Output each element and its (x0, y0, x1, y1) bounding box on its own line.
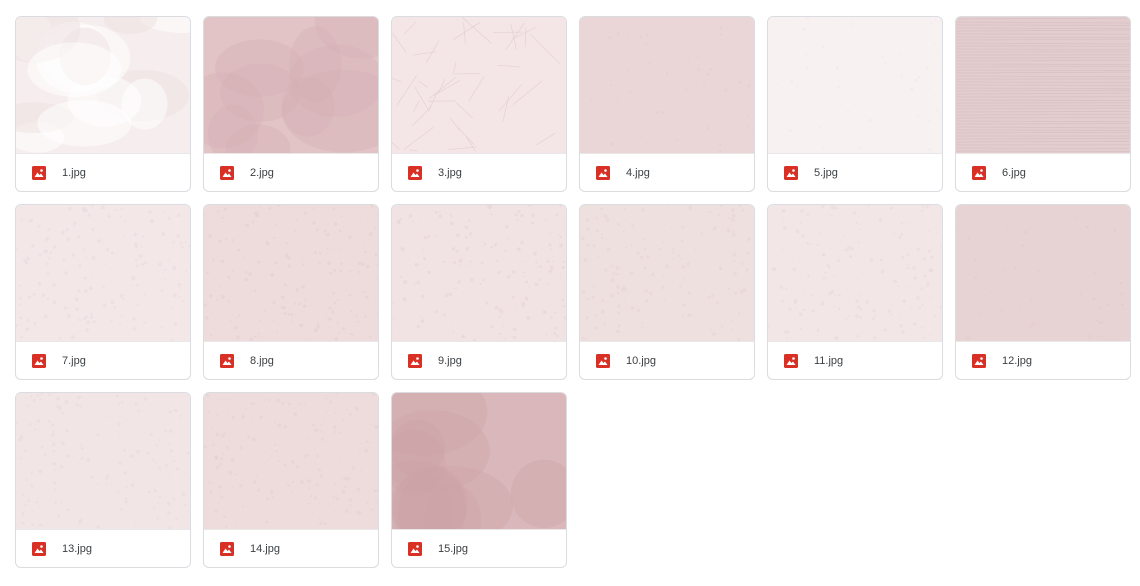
image-file-icon (784, 354, 798, 368)
thumbnail-texture (16, 205, 190, 341)
thumbnail-texture (956, 205, 1130, 341)
file-meta: 12.jpg (956, 341, 1130, 379)
file-thumbnail (580, 205, 754, 341)
image-file-icon (972, 166, 986, 180)
thumbnail-texture (392, 17, 566, 153)
file-meta: 2.jpg (204, 153, 378, 191)
thumbnail-texture (768, 17, 942, 153)
file-meta: 4.jpg (580, 153, 754, 191)
file-name: 8.jpg (250, 355, 274, 367)
file-name: 13.jpg (62, 543, 92, 555)
file-card[interactable]: 2.jpg (203, 16, 379, 192)
file-name: 9.jpg (438, 355, 462, 367)
file-name: 12.jpg (1002, 355, 1032, 367)
file-name: 5.jpg (814, 167, 838, 179)
image-file-icon (596, 354, 610, 368)
file-name: 1.jpg (62, 167, 86, 179)
file-thumbnail (204, 393, 378, 529)
image-file-icon (220, 354, 234, 368)
file-meta: 11.jpg (768, 341, 942, 379)
file-name: 15.jpg (438, 543, 468, 555)
file-name: 11.jpg (814, 355, 844, 367)
file-card[interactable]: 4.jpg (579, 16, 755, 192)
file-card[interactable]: 14.jpg (203, 392, 379, 568)
file-thumbnail (16, 17, 190, 153)
image-file-icon (784, 166, 798, 180)
file-meta: 7.jpg (16, 341, 190, 379)
file-name: 14.jpg (250, 543, 280, 555)
file-name: 3.jpg (438, 167, 462, 179)
file-meta: 13.jpg (16, 529, 190, 567)
file-thumbnail (392, 17, 566, 153)
file-name: 7.jpg (62, 355, 86, 367)
file-meta: 3.jpg (392, 153, 566, 191)
file-thumbnail (392, 205, 566, 341)
file-card[interactable]: 10.jpg (579, 204, 755, 380)
file-thumbnail (16, 205, 190, 341)
file-grid: 1.jpg 2.jpg 3.jpg 4.jpg 5.jpg 6.jpg 7.jpg 8.jpg… (15, 16, 1131, 568)
file-thumbnail (768, 205, 942, 341)
file-name: 6.jpg (1002, 167, 1026, 179)
thumbnail-texture (392, 393, 566, 529)
image-file-icon (408, 542, 422, 556)
thumbnail-texture (768, 205, 942, 341)
thumbnail-texture (204, 205, 378, 341)
image-file-icon (596, 166, 610, 180)
file-meta: 5.jpg (768, 153, 942, 191)
file-thumbnail (580, 17, 754, 153)
file-name: 4.jpg (626, 167, 650, 179)
image-file-icon (220, 166, 234, 180)
file-meta: 8.jpg (204, 341, 378, 379)
file-name: 10.jpg (626, 355, 656, 367)
file-card[interactable]: 5.jpg (767, 16, 943, 192)
file-thumbnail (204, 17, 378, 153)
file-meta: 10.jpg (580, 341, 754, 379)
thumbnail-texture (204, 17, 378, 153)
file-meta: 9.jpg (392, 341, 566, 379)
thumbnail-texture (392, 205, 566, 341)
image-file-icon (220, 542, 234, 556)
file-thumbnail (768, 17, 942, 153)
file-name: 2.jpg (250, 167, 274, 179)
file-thumbnail (392, 393, 566, 529)
file-card[interactable]: 7.jpg (15, 204, 191, 380)
file-meta: 6.jpg (956, 153, 1130, 191)
image-file-icon (32, 354, 46, 368)
file-card[interactable]: 8.jpg (203, 204, 379, 380)
file-card[interactable]: 13.jpg (15, 392, 191, 568)
file-meta: 15.jpg (392, 529, 566, 567)
file-meta: 14.jpg (204, 529, 378, 567)
image-file-icon (972, 354, 986, 368)
file-thumbnail (16, 393, 190, 529)
file-card[interactable]: 6.jpg (955, 16, 1131, 192)
thumbnail-texture (204, 393, 378, 529)
thumbnail-texture (16, 17, 190, 153)
thumbnail-texture (956, 17, 1130, 153)
file-card[interactable]: 9.jpg (391, 204, 567, 380)
image-file-icon (32, 166, 46, 180)
image-file-icon (408, 166, 422, 180)
thumbnail-texture (16, 393, 190, 529)
file-card[interactable]: 11.jpg (767, 204, 943, 380)
file-card[interactable]: 1.jpg (15, 16, 191, 192)
image-file-icon (32, 542, 46, 556)
image-file-icon (408, 354, 422, 368)
thumbnail-texture (580, 205, 754, 341)
file-thumbnail (956, 17, 1130, 153)
file-card[interactable]: 15.jpg (391, 392, 567, 568)
thumbnail-texture (580, 17, 754, 153)
file-meta: 1.jpg (16, 153, 190, 191)
file-card[interactable]: 3.jpg (391, 16, 567, 192)
file-card[interactable]: 12.jpg (955, 204, 1131, 380)
file-thumbnail (204, 205, 378, 341)
file-thumbnail (956, 205, 1130, 341)
